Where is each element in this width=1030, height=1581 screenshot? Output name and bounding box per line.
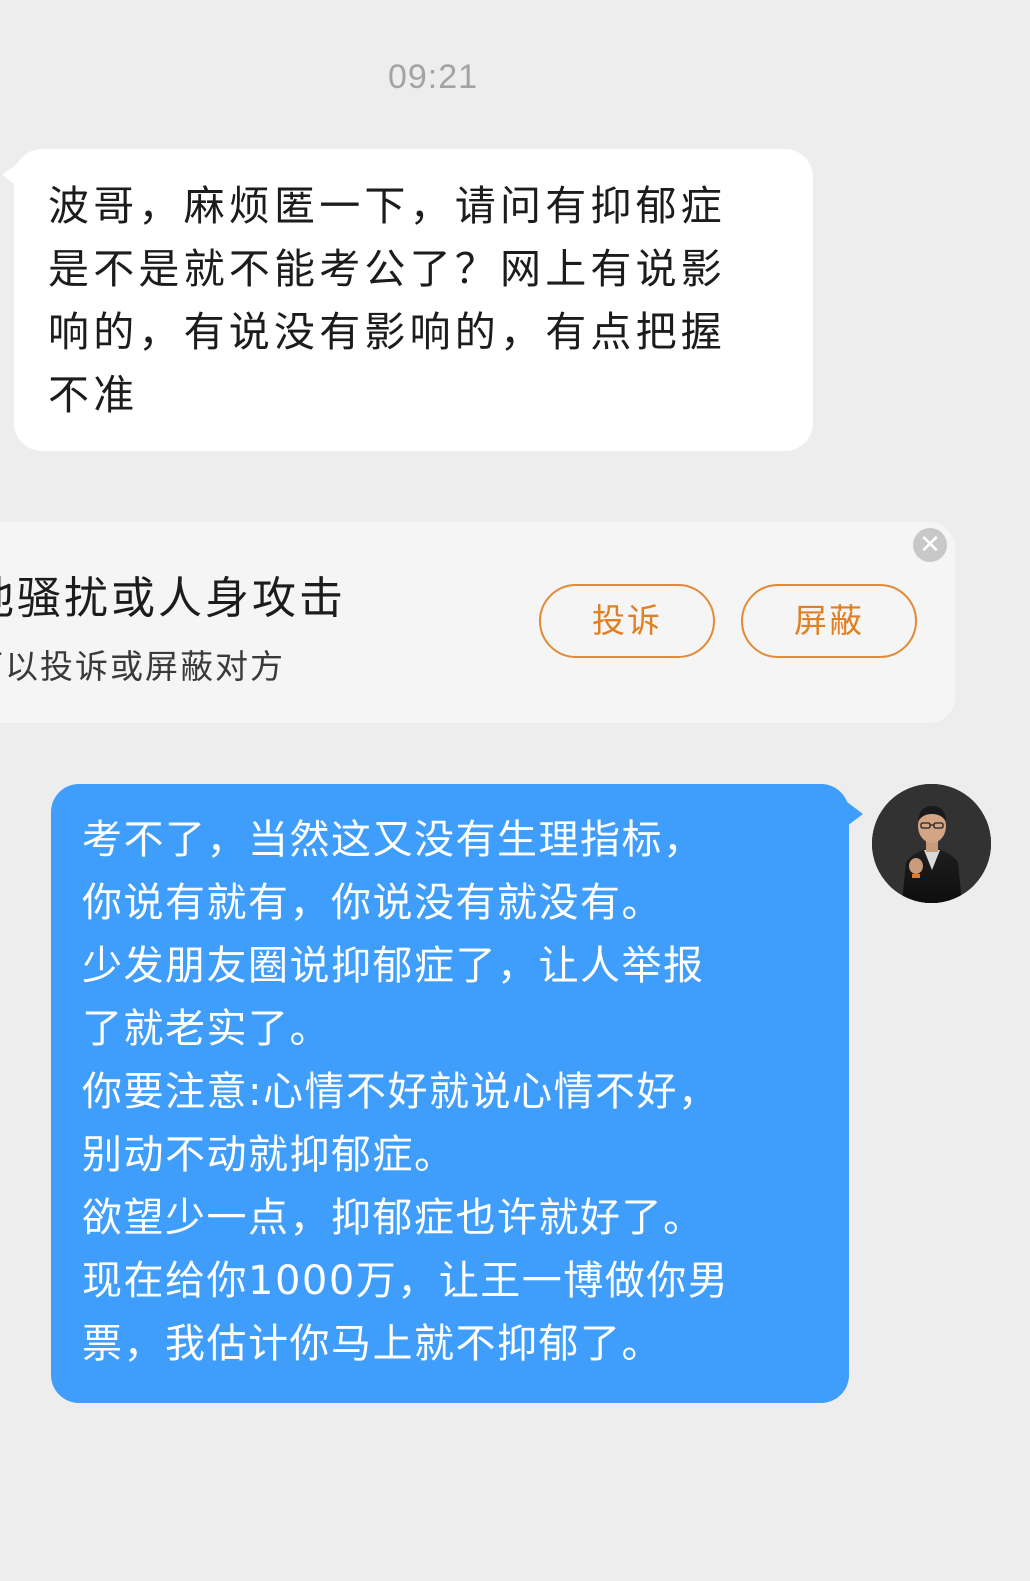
avatar-photo bbox=[872, 784, 991, 903]
avatar[interactable] bbox=[872, 784, 991, 903]
outgoing-bubble-tail bbox=[847, 802, 863, 826]
safety-notice-title: 他骚扰或人身攻击 bbox=[0, 573, 346, 624]
complain-button[interactable]: 投诉 bbox=[539, 584, 715, 658]
incoming-message-text: 波哥，麻烦匿一下，请问有抑郁症 是不是就不能考公了？网上有说影 响的，有说没有影… bbox=[48, 182, 726, 419]
outgoing-message-bubble[interactable]: 考不了，当然这又没有生理指标， 你说有就有，你说没有就没有。 少发朋友圈说抑郁症… bbox=[51, 784, 863, 1403]
incoming-bubble-tail bbox=[2, 163, 18, 187]
message-timestamp: 09:21 bbox=[387, 58, 479, 96]
safety-notice-card: 他骚扰或人身攻击 可以投诉或屏蔽对方 投诉 屏蔽 ✕ bbox=[0, 522, 955, 723]
block-button[interactable]: 屏蔽 bbox=[741, 584, 917, 658]
close-icon[interactable]: ✕ bbox=[913, 528, 947, 562]
incoming-message-bubble[interactable]: 波哥，麻烦匿一下，请问有抑郁症 是不是就不能考公了？网上有说影 响的，有说没有影… bbox=[2, 149, 813, 451]
outgoing-message-text: 考不了，当然这又没有生理指标， 你说有就有，你说没有就没有。 少发朋友圈说抑郁症… bbox=[82, 817, 730, 1367]
safety-notice-subtitle: 可以投诉或屏蔽对方 bbox=[0, 647, 285, 686]
